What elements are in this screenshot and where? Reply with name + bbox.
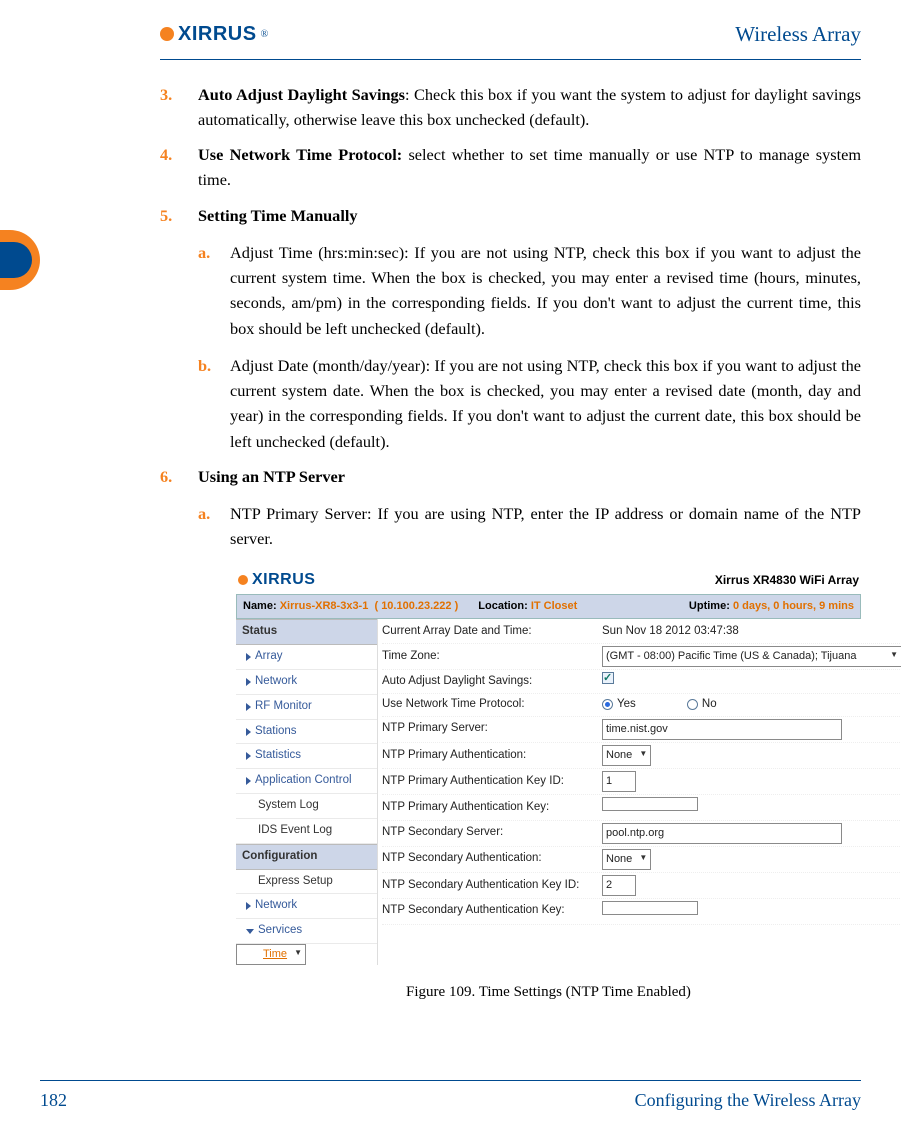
chevron-right-icon: [246, 902, 251, 910]
sub-text: Adjust Date (month/day/year): If you are…: [230, 353, 861, 454]
field-label: NTP Secondary Authentication Key:: [382, 902, 602, 920]
brand-logo: XIRRUS®: [160, 19, 268, 50]
logo-text: XIRRUS: [252, 568, 315, 593]
field-value: Sun Nov 18 2012 03:47:38: [602, 623, 739, 641]
ntp-secondary-auth-select[interactable]: None: [602, 849, 651, 870]
chevron-right-icon: [246, 728, 251, 736]
sidebar-item-ids-log[interactable]: IDS Event Log: [236, 819, 377, 844]
page-number: 182: [40, 1087, 67, 1115]
item-number: 6.: [160, 464, 198, 489]
item-text: Setting Time Manually: [198, 203, 358, 228]
dst-checkbox[interactable]: [602, 672, 614, 684]
ntp-primary-auth-select[interactable]: None: [602, 745, 651, 766]
chevron-right-icon: [246, 653, 251, 661]
device-model: Xirrus XR4830 WiFi Array: [715, 571, 859, 590]
side-tab-icon: [0, 230, 40, 290]
ntp-secondary-input[interactable]: pool.ntp.org: [602, 823, 842, 844]
ntp-secondary-key-input[interactable]: [602, 901, 698, 915]
field-label: NTP Secondary Server:: [382, 824, 602, 842]
field-label: Auto Adjust Daylight Savings:: [382, 673, 602, 691]
chevron-right-icon: [246, 678, 251, 686]
sidebar-item-app-control[interactable]: Application Control: [236, 769, 377, 794]
chevron-right-icon: [246, 777, 251, 785]
field-label: NTP Primary Authentication Key:: [382, 799, 602, 817]
nav-sidebar: Status Array Network RF Monitor Stations…: [236, 619, 378, 965]
logo-dot-icon: [160, 27, 174, 41]
sidebar-item-express[interactable]: Express Setup: [236, 870, 377, 895]
figure-caption: Figure 109. Time Settings (NTP Time Enab…: [236, 981, 861, 1004]
sub-marker: b.: [198, 353, 230, 454]
page-footer: 182 Configuring the Wireless Array: [0, 1080, 901, 1115]
chevron-down-icon: [246, 929, 254, 934]
sub-item: a. Adjust Time (hrs:min:sec): If you are…: [198, 240, 861, 341]
field-label: Current Array Date and Time:: [382, 623, 602, 641]
item-text: Using an NTP Server: [198, 464, 345, 489]
page-header: XIRRUS® Wireless Array: [0, 0, 901, 55]
sidebar-section-status: Status: [236, 619, 377, 645]
sidebar-item-stations[interactable]: Stations: [236, 720, 377, 745]
status-bar: Name: Xirrus-XR8-3x3-1 ( 10.100.23.222 )…: [236, 594, 861, 619]
sidebar-item-time[interactable]: Time: [236, 944, 306, 965]
field-label: Time Zone:: [382, 648, 602, 666]
item-text: Use Network Time Protocol: select whethe…: [198, 142, 861, 193]
logo-text: XIRRUS: [178, 19, 257, 50]
ntp-primary-keyid-input[interactable]: 1: [602, 771, 636, 792]
list-item: 4. Use Network Time Protocol: select whe…: [160, 142, 861, 193]
ntp-primary-input[interactable]: time.nist.gov: [602, 719, 842, 740]
sidebar-item-network[interactable]: Network: [236, 670, 377, 695]
item-number: 5.: [160, 203, 198, 228]
ntp-yes-radio[interactable]: [602, 699, 613, 710]
body-content: 3. Auto Adjust Daylight Savings: Check t…: [0, 60, 901, 1005]
item-text: Auto Adjust Daylight Savings: Check this…: [198, 82, 861, 133]
sub-text: Adjust Time (hrs:min:sec): If you are no…: [230, 240, 861, 341]
footer-section: Configuring the Wireless Array: [635, 1087, 861, 1115]
sub-marker: a.: [198, 501, 230, 552]
sidebar-item-services[interactable]: Services: [236, 919, 377, 944]
fig-logo: XIRRUS: [238, 568, 315, 593]
doc-title: Wireless Array: [735, 18, 861, 51]
list-item: 3. Auto Adjust Daylight Savings: Check t…: [160, 82, 861, 133]
sidebar-item-rf-monitor[interactable]: RF Monitor: [236, 695, 377, 720]
sub-item: a. NTP Primary Server: If you are using …: [198, 501, 861, 552]
sub-list: a. Adjust Time (hrs:min:sec): If you are…: [160, 240, 861, 454]
sub-list: a. NTP Primary Server: If you are using …: [160, 501, 861, 1004]
list-item: 5. Setting Time Manually: [160, 203, 861, 228]
ntp-secondary-keyid-input[interactable]: 2: [602, 875, 636, 896]
chevron-right-icon: [246, 703, 251, 711]
field-label: NTP Primary Authentication:: [382, 747, 602, 765]
sidebar-item-statistics[interactable]: Statistics: [236, 744, 377, 769]
footer-rule: [40, 1080, 861, 1082]
item-number: 4.: [160, 142, 198, 193]
field-label: Use Network Time Protocol:: [382, 696, 602, 714]
figure: XIRRUS Xirrus XR4830 WiFi Array Name: Xi…: [236, 566, 861, 1005]
sidebar-item-array[interactable]: Array: [236, 645, 377, 670]
sub-marker: a.: [198, 240, 230, 341]
chevron-right-icon: [246, 752, 251, 760]
field-label: NTP Secondary Authentication Key ID:: [382, 877, 602, 895]
field-label: NTP Primary Authentication Key ID:: [382, 773, 602, 791]
sidebar-item-system-log[interactable]: System Log: [236, 794, 377, 819]
timezone-select[interactable]: (GMT - 08:00) Pacific Time (US & Canada)…: [602, 646, 901, 667]
list-item: 6. Using an NTP Server: [160, 464, 861, 489]
logo-dot-icon: [238, 575, 248, 585]
item-number: 3.: [160, 82, 198, 133]
settings-form: Current Array Date and Time:Sun Nov 18 2…: [378, 619, 901, 965]
ntp-no-radio[interactable]: [687, 699, 698, 710]
sidebar-item-network2[interactable]: Network: [236, 894, 377, 919]
registered-icon: ®: [261, 27, 269, 43]
sub-item: b. Adjust Date (month/day/year): If you …: [198, 353, 861, 454]
sub-text: NTP Primary Server: If you are using NTP…: [230, 501, 861, 552]
field-label: NTP Secondary Authentication:: [382, 850, 602, 868]
field-label: NTP Primary Server:: [382, 720, 602, 738]
ntp-primary-key-input[interactable]: [602, 797, 698, 811]
sidebar-section-config: Configuration: [236, 844, 377, 870]
